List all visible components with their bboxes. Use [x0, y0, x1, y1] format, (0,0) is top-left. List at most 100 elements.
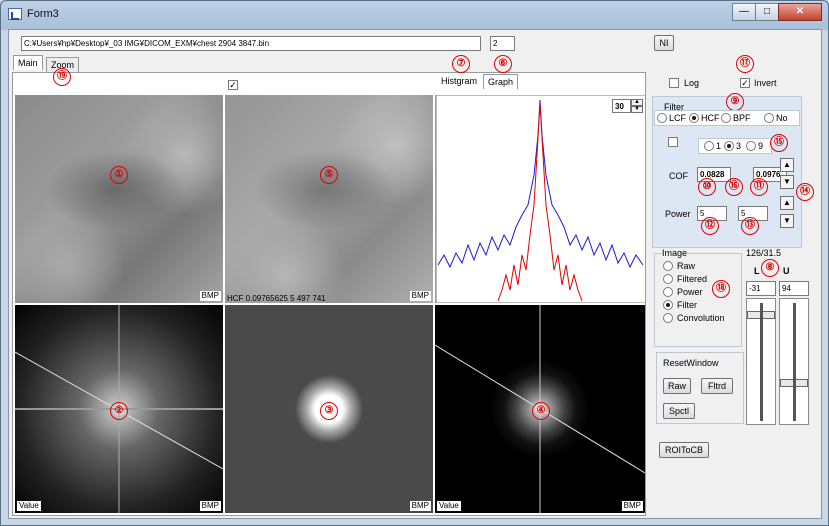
no-label: No — [776, 113, 788, 123]
graph-scale-input[interactable] — [612, 99, 631, 113]
marker-11: ⑪ — [750, 178, 768, 196]
minimize-button[interactable]: — — [732, 3, 756, 21]
bmp-label[interactable]: BMP — [199, 291, 221, 301]
l-value-input[interactable] — [746, 281, 776, 296]
hcf-label: HCF — [701, 113, 720, 123]
ni-button[interactable]: NI — [654, 35, 674, 51]
power-up-button[interactable]: ▲ — [780, 196, 794, 210]
window-title: Form3 — [27, 8, 59, 20]
marker-9: ⑨ — [726, 93, 744, 111]
close-button[interactable]: ✕ — [778, 3, 822, 21]
lcf-radio[interactable] — [657, 113, 667, 123]
reset-raw-button[interactable]: Raw — [663, 378, 691, 394]
u-label: U — [783, 266, 790, 276]
marker-15: ⑮ — [770, 134, 788, 152]
kernel-3-label: 3 — [736, 141, 742, 151]
marker-19: ⑲ — [53, 68, 71, 86]
graph-scale-down-button[interactable]: ▼ — [631, 106, 643, 113]
value-label[interactable]: Value — [17, 501, 41, 511]
filter-radio-label: Filter — [677, 300, 697, 310]
filtered-label: Filtered — [677, 274, 708, 284]
marker-3: ③ — [320, 402, 338, 420]
log-checkbox[interactable] — [669, 78, 679, 88]
marker-6: ⑥ — [494, 55, 512, 73]
no-radio[interactable] — [764, 113, 774, 123]
bmp-label[interactable]: BMP — [199, 501, 221, 511]
cof-down-button[interactable]: ▼ — [780, 175, 794, 189]
reset-spctl-button[interactable]: Spctl — [663, 403, 695, 419]
file-path-input[interactable] — [21, 36, 481, 51]
application-window: Form3 — □ ✕ NI Main Zoom ✓ Histgram Grap… — [0, 0, 829, 526]
kernel-3-radio[interactable] — [724, 141, 734, 151]
cof-up-button[interactable]: ▲ — [780, 158, 794, 172]
marker-1: ① — [110, 166, 128, 184]
l-slider-groove — [760, 303, 763, 421]
bmp-label[interactable]: BMP — [409, 501, 431, 511]
top-checkbox[interactable]: ✓ — [228, 80, 238, 90]
power-radio[interactable] — [663, 287, 673, 297]
invert-label: Invert — [754, 78, 777, 88]
convolution-radio[interactable] — [663, 313, 673, 323]
frame-number-input[interactable] — [490, 36, 515, 51]
cof-label: COF — [669, 171, 688, 181]
l-label: L — [754, 266, 760, 276]
power-down-button[interactable]: ▼ — [780, 214, 794, 228]
graph-scale-up-button[interactable]: ▲ — [631, 99, 643, 106]
u-slider-groove — [793, 303, 796, 421]
kernel-checkbox[interactable] — [668, 137, 678, 147]
title-bar[interactable]: Form3 — □ ✕ — [1, 1, 828, 29]
u-slider[interactable] — [779, 298, 809, 425]
raw-image[interactable]: BMP — [15, 95, 223, 303]
reset-fltrd-button[interactable]: Fltrd — [701, 378, 733, 394]
marker-7: ⑦ — [452, 55, 470, 73]
u-value-input[interactable] — [779, 281, 809, 296]
kernel-9-label: 9 — [758, 141, 764, 151]
marker-14: ⑭ — [796, 183, 814, 201]
client-area: NI Main Zoom ✓ Histgram Graph BMP BMP HC… — [8, 29, 822, 519]
filtered-image[interactable]: BMP — [225, 95, 433, 303]
kernel-1-radio[interactable] — [704, 141, 714, 151]
bmp-label[interactable]: BMP — [409, 291, 431, 301]
image-group-label: Image — [662, 248, 688, 258]
power-label: Power — [665, 209, 691, 219]
kernel-1-label: 1 — [716, 141, 722, 151]
marker-4: ④ — [532, 402, 550, 420]
app-icon — [8, 8, 22, 20]
marker-5: ⑤ — [320, 166, 338, 184]
bpf-label: BPF — [733, 113, 751, 123]
l-slider[interactable] — [746, 298, 776, 425]
tab-main[interactable]: Main — [13, 55, 43, 70]
convolution-label: Convolution — [677, 313, 725, 323]
marker-16: ⑯ — [725, 178, 743, 196]
marker-18: ⑱ — [712, 280, 730, 298]
roi-to-clipboard-button[interactable]: ROIToCB — [659, 442, 709, 458]
invert-checkbox[interactable]: ✓ — [740, 78, 750, 88]
log-label: Log — [684, 78, 700, 88]
tab-histogram[interactable]: Histgram — [437, 74, 481, 89]
filter-radio[interactable] — [663, 300, 673, 310]
raw-label: Raw — [677, 261, 696, 271]
lcf-label: LCF — [669, 113, 687, 123]
window-ratio-text: 126/31.5 — [746, 248, 782, 258]
marker-2: ② — [110, 402, 128, 420]
reset-window-label: ResetWindow — [663, 358, 719, 368]
raw-radio[interactable] — [663, 261, 673, 271]
hcf-radio[interactable] — [689, 113, 699, 123]
marker-17: ⑰ — [736, 55, 754, 73]
bmp-label[interactable]: BMP — [621, 501, 643, 511]
frequency-graph: ▲ ▼ — [435, 95, 645, 303]
tab-graph[interactable]: Graph — [483, 74, 519, 89]
hcf-info-text: HCF 0.09765625 5 497 741 — [227, 294, 326, 303]
marker-12: ⑫ — [701, 217, 719, 235]
power-radio-label: Power — [677, 287, 703, 297]
marker-8: ⑧ — [761, 259, 779, 277]
marker-10: ⑩ — [698, 178, 716, 196]
filtered-radio[interactable] — [663, 274, 673, 284]
marker-13: ⑬ — [741, 217, 759, 235]
graph-plot — [436, 95, 645, 303]
maximize-button[interactable]: □ — [755, 3, 779, 21]
value-label[interactable]: Value — [437, 501, 461, 511]
bpf-radio[interactable] — [721, 113, 731, 123]
kernel-9-radio[interactable] — [746, 141, 756, 151]
main-panel: ✓ Histgram Graph BMP BMP HCF 0.09765625 … — [12, 72, 646, 516]
